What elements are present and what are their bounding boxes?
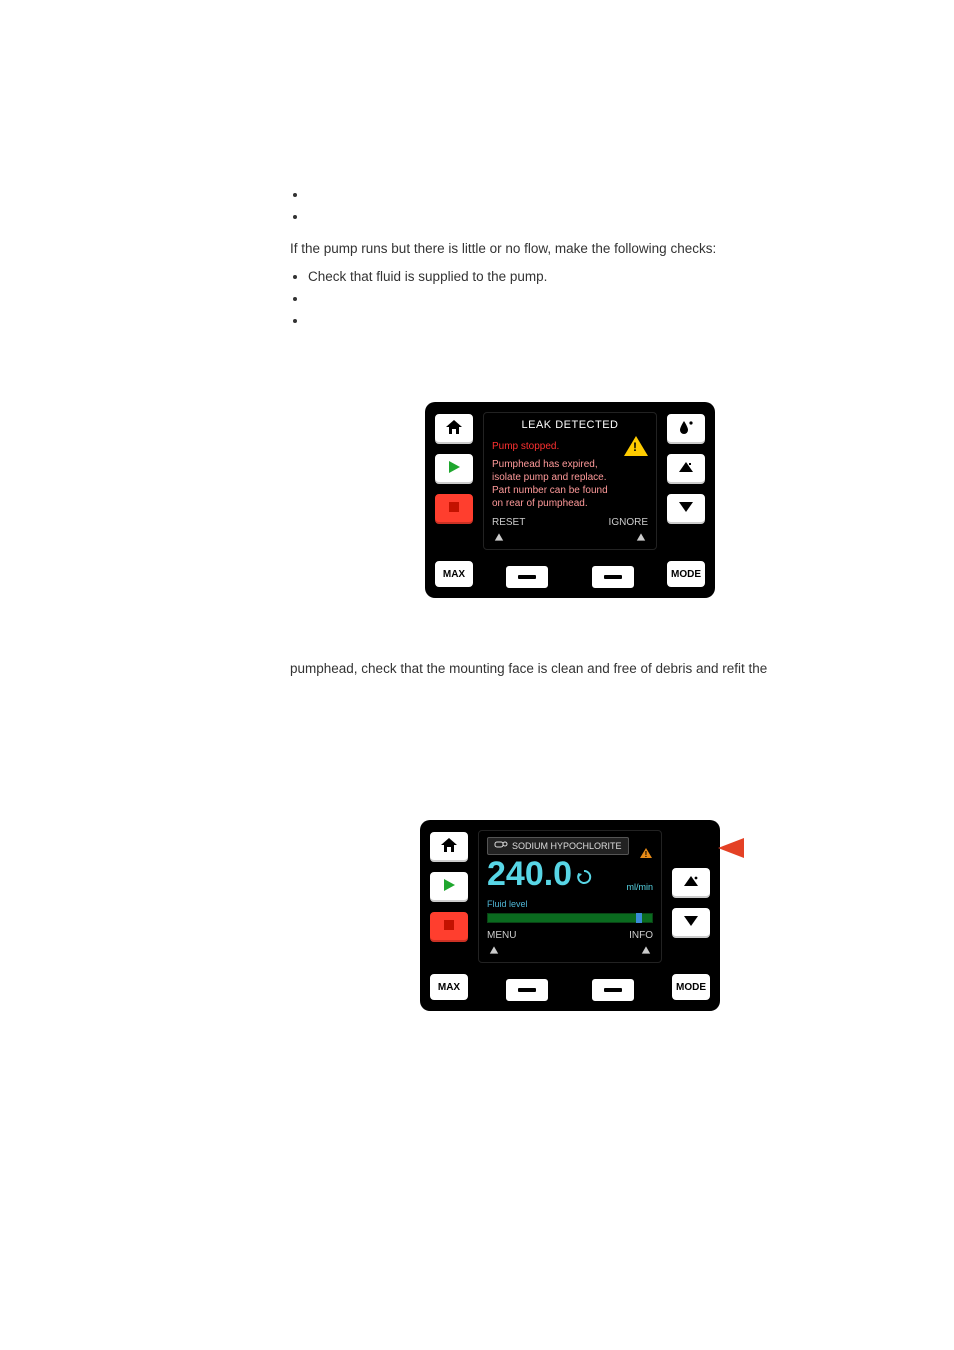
play-icon <box>446 459 462 480</box>
list-item <box>308 206 850 228</box>
pump-display-running: SODIUM HYPOCHLORITE ! 240.0 <box>420 820 720 1011</box>
softkey-left[interactable] <box>504 977 550 1003</box>
softkey-left[interactable] <box>504 564 550 590</box>
svg-text:!: ! <box>645 850 648 859</box>
warning-small-icon: ! <box>639 851 653 862</box>
list-item <box>308 310 850 332</box>
spin-icon <box>576 869 592 889</box>
arrow-up-icon <box>683 874 699 893</box>
up-button[interactable] <box>670 866 712 900</box>
softkey-left-label[interactable]: RESET <box>492 516 525 529</box>
home-icon <box>440 837 458 858</box>
softkey-right[interactable] <box>590 977 636 1003</box>
intro-paragraph: If the pump runs but there is little or … <box>290 238 850 260</box>
softkey-right[interactable] <box>590 564 636 590</box>
arrow-down-icon <box>678 500 694 519</box>
up-button[interactable] <box>665 452 707 486</box>
flow-value: 240.0 <box>487 857 572 891</box>
bullet-list-checks: Check that fluid is supplied to the pump… <box>290 266 850 332</box>
arrow-up-icon <box>678 460 694 479</box>
stop-icon <box>447 500 461 519</box>
stop-icon <box>442 918 456 937</box>
warning-icon <box>624 436 648 456</box>
screen-panel: LEAK DETECTED Pump stopped. Pumphead has… <box>483 412 657 550</box>
softkey-left-label[interactable]: MENU <box>487 929 516 942</box>
body-line: Pumphead has expired, <box>492 458 648 471</box>
status-text: Pump stopped. <box>492 440 559 453</box>
bullet-list-top <box>290 184 850 228</box>
screen-panel: SODIUM HYPOCHLORITE ! 240.0 <box>478 830 662 963</box>
play-icon <box>441 877 457 898</box>
home-button[interactable] <box>428 830 470 864</box>
pump-icon <box>494 839 508 853</box>
chemical-label-text: SODIUM HYPOCHLORITE <box>512 840 622 853</box>
mode-button[interactable]: MODE <box>670 972 712 1002</box>
mode-button[interactable]: MODE <box>665 559 707 589</box>
body-line: isolate pump and replace. <box>492 471 648 484</box>
max-button[interactable]: MAX <box>433 559 475 589</box>
chemical-label: SODIUM HYPOCHLORITE <box>487 837 629 855</box>
softkey-marker-icon <box>642 946 650 953</box>
down-button[interactable] <box>670 906 712 940</box>
drop-icon <box>678 419 694 440</box>
stop-button[interactable] <box>433 492 475 526</box>
stop-button[interactable] <box>428 910 470 944</box>
softkey-marker-icon <box>490 946 498 953</box>
fragment-paragraph: pumphead, check that the mounting face i… <box>290 658 850 680</box>
fluid-level-label: Fluid level <box>487 899 528 909</box>
drop-button[interactable] <box>665 412 707 446</box>
callout-arrow-icon <box>718 838 744 858</box>
play-button[interactable] <box>433 452 475 486</box>
list-item <box>308 184 850 206</box>
softkey-marker-icon <box>637 533 645 540</box>
pump-display-leak: LEAK DETECTED Pump stopped. Pumphead has… <box>425 402 715 598</box>
home-icon <box>445 419 463 440</box>
max-button[interactable]: MAX <box>428 972 470 1002</box>
softkey-marker-icon <box>495 533 503 540</box>
softkey-right-label[interactable]: INFO <box>629 929 653 942</box>
body-line: Part number can be found <box>492 484 648 497</box>
arrow-down-icon <box>683 914 699 933</box>
screen-title: LEAK DETECTED <box>492 419 648 432</box>
list-item: Check that fluid is supplied to the pump… <box>308 266 850 288</box>
body-line: on rear of pumphead. <box>492 497 648 510</box>
softkey-right-label[interactable]: IGNORE <box>609 516 648 529</box>
down-button[interactable] <box>665 492 707 526</box>
home-button[interactable] <box>433 412 475 446</box>
play-button[interactable] <box>428 870 470 904</box>
fluid-level-bar <box>487 913 653 923</box>
list-item <box>308 288 850 310</box>
